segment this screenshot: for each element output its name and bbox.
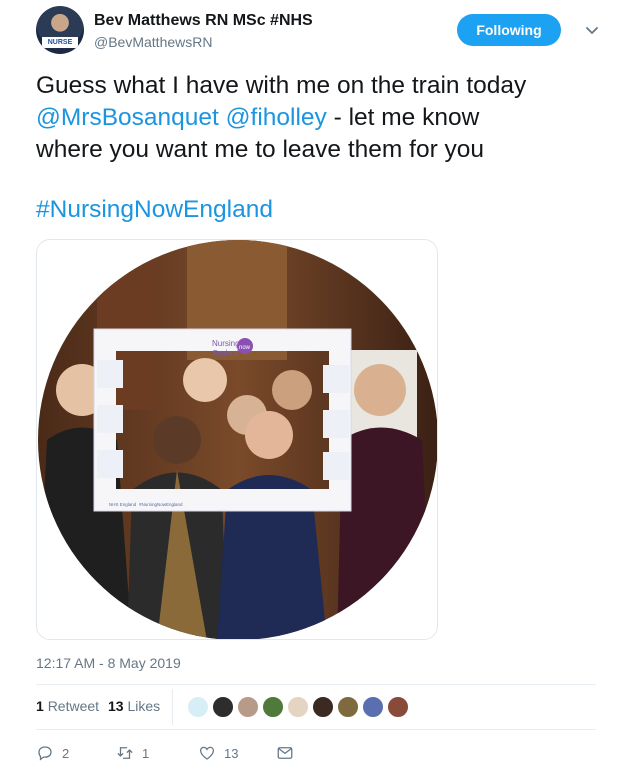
mention-link-mrsbosanquet[interactable]: @MrsBosanquet [36, 104, 219, 131]
stats-separator [172, 689, 173, 725]
divider-bottom [36, 729, 596, 730]
retweet-count: 1 [142, 745, 150, 761]
tweet-line-3: where you want me to leave them for you [36, 136, 485, 163]
frame-title-top: Nursing [212, 339, 240, 348]
chevron-down-icon[interactable] [582, 20, 602, 40]
tweet-line-1: Guess what I have with me on the train t… [36, 72, 527, 99]
tweet-text: Guess what I have with me on the train t… [36, 70, 611, 166]
frame-title-bottom: England [213, 350, 239, 357]
message-icon [277, 747, 293, 759]
hashtag-link[interactable]: #NursingNowEngland [36, 196, 273, 224]
liker-avatar[interactable] [286, 695, 310, 719]
like-action[interactable]: 13 [198, 740, 238, 766]
retweets-count: 1 [36, 698, 44, 714]
frame-footer-mid: #NursingNowEngland [139, 502, 183, 507]
media-card[interactable]: Nursing England now NHS England #Nursing… [36, 239, 438, 640]
mention-link-fiholley[interactable]: @fiholley [226, 104, 327, 131]
tweet-stats: 1 Retweet 13 Likes [36, 685, 596, 729]
tweet-header: NURSE Bev Matthews RN MSc #NHS @BevMatth… [36, 6, 616, 56]
following-button[interactable]: Following [457, 14, 561, 46]
author-avatar[interactable]: NURSE [36, 6, 84, 54]
retweet-action[interactable]: 1 [116, 740, 149, 766]
liker-avatar[interactable] [236, 695, 260, 719]
liker-avatar[interactable] [261, 695, 285, 719]
liker-avatar[interactable] [311, 695, 335, 719]
likes-stat[interactable]: 13 Likes [108, 698, 160, 714]
direct-message-action[interactable] [276, 740, 294, 766]
tweet-actions: 2 1 13 [36, 740, 596, 766]
retweets-stat[interactable]: 1 Retweet [36, 698, 99, 714]
liker-avatar[interactable] [211, 695, 235, 719]
like-icon [199, 746, 215, 760]
tweet-timestamp[interactable]: 12:17 AM - 8 May 2019 [36, 655, 181, 671]
frame-badge: now [239, 345, 251, 351]
retweets-label: Retweet [47, 698, 100, 714]
liker-avatar[interactable] [336, 695, 360, 719]
liker-avatar[interactable] [186, 695, 210, 719]
likes-label: Likes [127, 698, 161, 714]
reply-icon [38, 746, 52, 761]
author-handle[interactable]: @BevMatthewsRN [94, 34, 212, 50]
reply-action[interactable]: 2 [36, 740, 69, 766]
author-name[interactable]: Bev Matthews RN MSc #NHS [94, 12, 313, 30]
like-count: 13 [224, 745, 239, 761]
avatar-badge: NURSE [42, 37, 78, 48]
likes-count: 13 [108, 698, 124, 714]
reply-count: 2 [62, 745, 70, 761]
tweet-photo: Nursing England now NHS England #Nursing… [38, 240, 437, 639]
liker-avatar[interactable] [361, 695, 385, 719]
tweet-line-2-rest: - let me know [333, 104, 480, 131]
retweet-icon [117, 747, 133, 759]
liker-avatar[interactable] [386, 695, 410, 719]
tweet-line-2: @MrsBosanquet @fiholley - let me know [36, 102, 611, 134]
frame-footer-left: NHS England [109, 502, 137, 507]
